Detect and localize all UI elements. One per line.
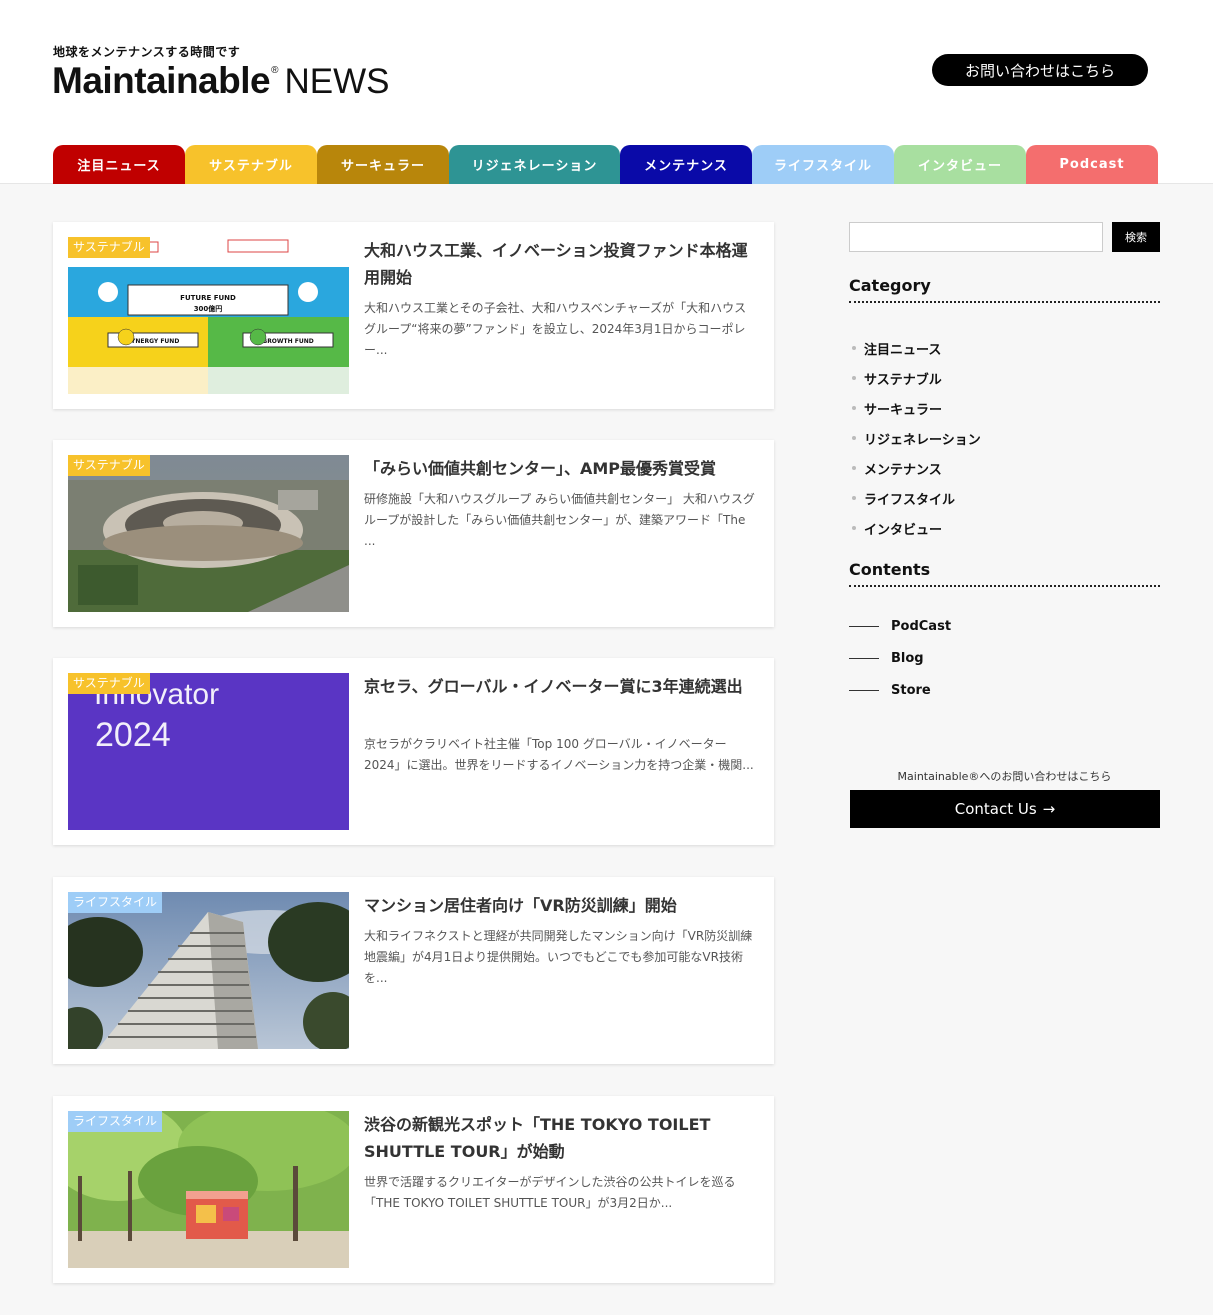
bullet-dot-icon [852, 406, 856, 410]
article-card[interactable]: サステナブル 「みらい価値共創センター」、AMP最優秀賞受賞 研修施設「大和ハウ… [53, 440, 774, 627]
contents-link-label: Store [891, 682, 931, 698]
article-title[interactable]: 渋谷の新観光スポット「THE TOKYO TOILET SHUTTLE TOUR… [364, 1111, 756, 1165]
contents-list: PodCast Blog Store [849, 610, 951, 706]
site-logo[interactable]: Maintainable® NEWS [52, 60, 389, 102]
category-nav: 注目ニュース サステナブル サーキュラー リジェネレーション メンテナンス ライ… [53, 145, 1158, 184]
category-link-lifestyle[interactable]: ライフスタイル [852, 483, 981, 513]
category-link-label: ライフスタイル [864, 492, 956, 508]
contact-note: Maintainable®へのお問い合わせはこちら [897, 770, 1112, 783]
category-link-regeneration[interactable]: リジェネレーション [852, 423, 981, 453]
category-link-circular[interactable]: サーキュラー [852, 393, 981, 423]
article-excerpt: 研修施設「大和ハウスグループ みらい価値共創センター」 大和ハウスグループが設計… [364, 492, 755, 548]
bullet-dot-icon [852, 466, 856, 470]
logo-news-text: NEWS [284, 62, 390, 101]
dash-line-icon [849, 625, 879, 627]
dash-line-icon [849, 657, 879, 659]
category-link-featured[interactable]: 注目ニュース [852, 333, 981, 363]
category-badge[interactable]: サステナブル [68, 237, 150, 258]
article-card[interactable]: ライフスタイル 渋谷の新観光スポット「THE TOKYO TOILET SHUT… [53, 1096, 774, 1283]
category-badge[interactable]: ライフスタイル [68, 1111, 163, 1132]
apartment-tower-photo [68, 892, 349, 1049]
category-list: 注目ニュース サステナブル サーキュラー リジェネレーション メンテナンス ライ… [852, 333, 981, 543]
contents-link-store[interactable]: Store [849, 674, 951, 706]
category-badge[interactable]: サステナブル [68, 673, 150, 694]
search-button[interactable]: 検索 [1112, 222, 1160, 252]
contents-link-blog[interactable]: Blog [849, 642, 951, 674]
article-title[interactable]: 京セラ、グローバル・イノベーター賞に3年連続選出 [364, 673, 756, 700]
category-link-label: インタビュー [864, 522, 943, 538]
bullet-dot-icon [852, 436, 856, 440]
article-card[interactable]: FUTURE FUND 300億円 SYNERGY FUND GROWTH FU… [53, 222, 774, 409]
category-link-maintenance[interactable]: メンテナンス [852, 453, 981, 483]
article-card[interactable]: ライフスタイル マンション居住者向け「VR防災訓練」開始 大和ライフネクストと理… [53, 877, 774, 1064]
nav-tab-regeneration[interactable]: リジェネレーション [449, 145, 620, 184]
article-excerpt: 世界で活躍するクリエイターがデザインした渋谷の公共トイレを巡る「THE TOKY… [364, 1175, 736, 1210]
category-link-label: メンテナンス [864, 462, 942, 478]
fund-main-label: FUTURE FUND [180, 294, 236, 302]
park-shuttle-photo [68, 1111, 349, 1268]
article-card[interactable]: Innovator 2024 サステナブル 京セラ、グローバル・イノベーター賞に… [53, 658, 774, 845]
category-link-label: 注目ニュース [864, 342, 942, 358]
bullet-dot-icon [852, 496, 856, 500]
synergy-fund-label: SYNERGY FUND [127, 338, 180, 345]
category-link-label: リジェネレーション [864, 432, 981, 448]
category-badge[interactable]: サステナブル [68, 455, 150, 476]
nav-tab-sustainable[interactable]: サステナブル [185, 145, 317, 184]
article-title[interactable]: 大和ハウス工業、イノベーション投資ファンド本格運用開始 [364, 237, 756, 291]
growth-fund-label: GROWTH FUND [262, 338, 313, 345]
contact-us-button[interactable]: Contact Us → [850, 790, 1160, 828]
contents-link-label: Blog [891, 650, 924, 666]
nav-tab-featured[interactable]: 注目ニュース [53, 145, 185, 184]
site-header: 地球をメンテナンスする時間です Maintainable® NEWS お問い合わせ… [0, 0, 1213, 184]
category-badge[interactable]: ライフスタイル [68, 892, 163, 913]
article-title[interactable]: マンション居住者向け「VR防災訓練」開始 [364, 892, 756, 919]
article-thumbnail[interactable]: ライフスタイル [68, 892, 349, 1049]
building-aerial-photo [68, 455, 349, 612]
contact-us-label: Contact Us [954, 800, 1037, 818]
category-link-interview[interactable]: インタビュー [852, 513, 981, 543]
article-thumbnail[interactable]: Innovator 2024 サステナブル [68, 673, 349, 830]
fund-amount-label: 300億円 [194, 304, 223, 313]
site-tagline: 地球をメンテナンスする時間です [53, 45, 241, 59]
nav-tab-lifestyle[interactable]: ライフスタイル [752, 145, 894, 184]
contents-link-podcast[interactable]: PodCast [849, 610, 951, 642]
category-widget-title: Category [849, 276, 1160, 303]
contents-widget-title: Contents [849, 560, 1160, 587]
bullet-dot-icon [852, 376, 856, 380]
category-link-sustainable[interactable]: サステナブル [852, 363, 981, 393]
category-link-label: サーキュラー [864, 402, 943, 418]
article-thumbnail[interactable]: FUTURE FUND 300億円 SYNERGY FUND GROWTH FU… [68, 237, 349, 394]
article-title[interactable]: 「みらい価値共創センター」、AMP最優秀賞受賞 [364, 455, 756, 482]
innovator-2024-image: Innovator 2024 [68, 673, 349, 830]
dash-line-icon [849, 689, 879, 691]
article-thumbnail[interactable]: ライフスタイル [68, 1111, 349, 1268]
bullet-dot-icon [852, 346, 856, 350]
arrow-right-icon: → [1042, 800, 1056, 818]
fund-diagram-image: FUTURE FUND 300億円 SYNERGY FUND GROWTH FU… [68, 237, 349, 394]
logo-registered-mark: ® [271, 65, 279, 76]
year-text: 2024 [95, 716, 171, 754]
nav-tab-maintenance[interactable]: メンテナンス [620, 145, 752, 184]
logo-main-text: Maintainable [52, 60, 271, 101]
nav-tab-circular[interactable]: サーキュラー [317, 145, 449, 184]
article-thumbnail[interactable]: サステナブル [68, 455, 349, 612]
bullet-dot-icon [852, 526, 856, 530]
header-contact-button[interactable]: お問い合わせはこちら [932, 54, 1148, 86]
article-excerpt: 京セラがクラリベイト社主催「Top 100 グローバル・イノベーター 2024」… [364, 737, 754, 772]
article-excerpt: 大和ライフネクストと理経が共同開発したマンション向け「VR防災訓練 地震編」が4… [364, 929, 753, 985]
search-input[interactable] [849, 222, 1103, 252]
category-link-label: サステナブル [864, 372, 942, 388]
nav-tab-interview[interactable]: インタビュー [894, 145, 1026, 184]
article-excerpt: 大和ハウス工業とその子会社、大和ハウスベンチャーズが「大和ハウスグループ“将来の… [364, 301, 747, 357]
contents-link-label: PodCast [891, 618, 952, 634]
nav-tab-podcast[interactable]: Podcast [1026, 145, 1158, 184]
